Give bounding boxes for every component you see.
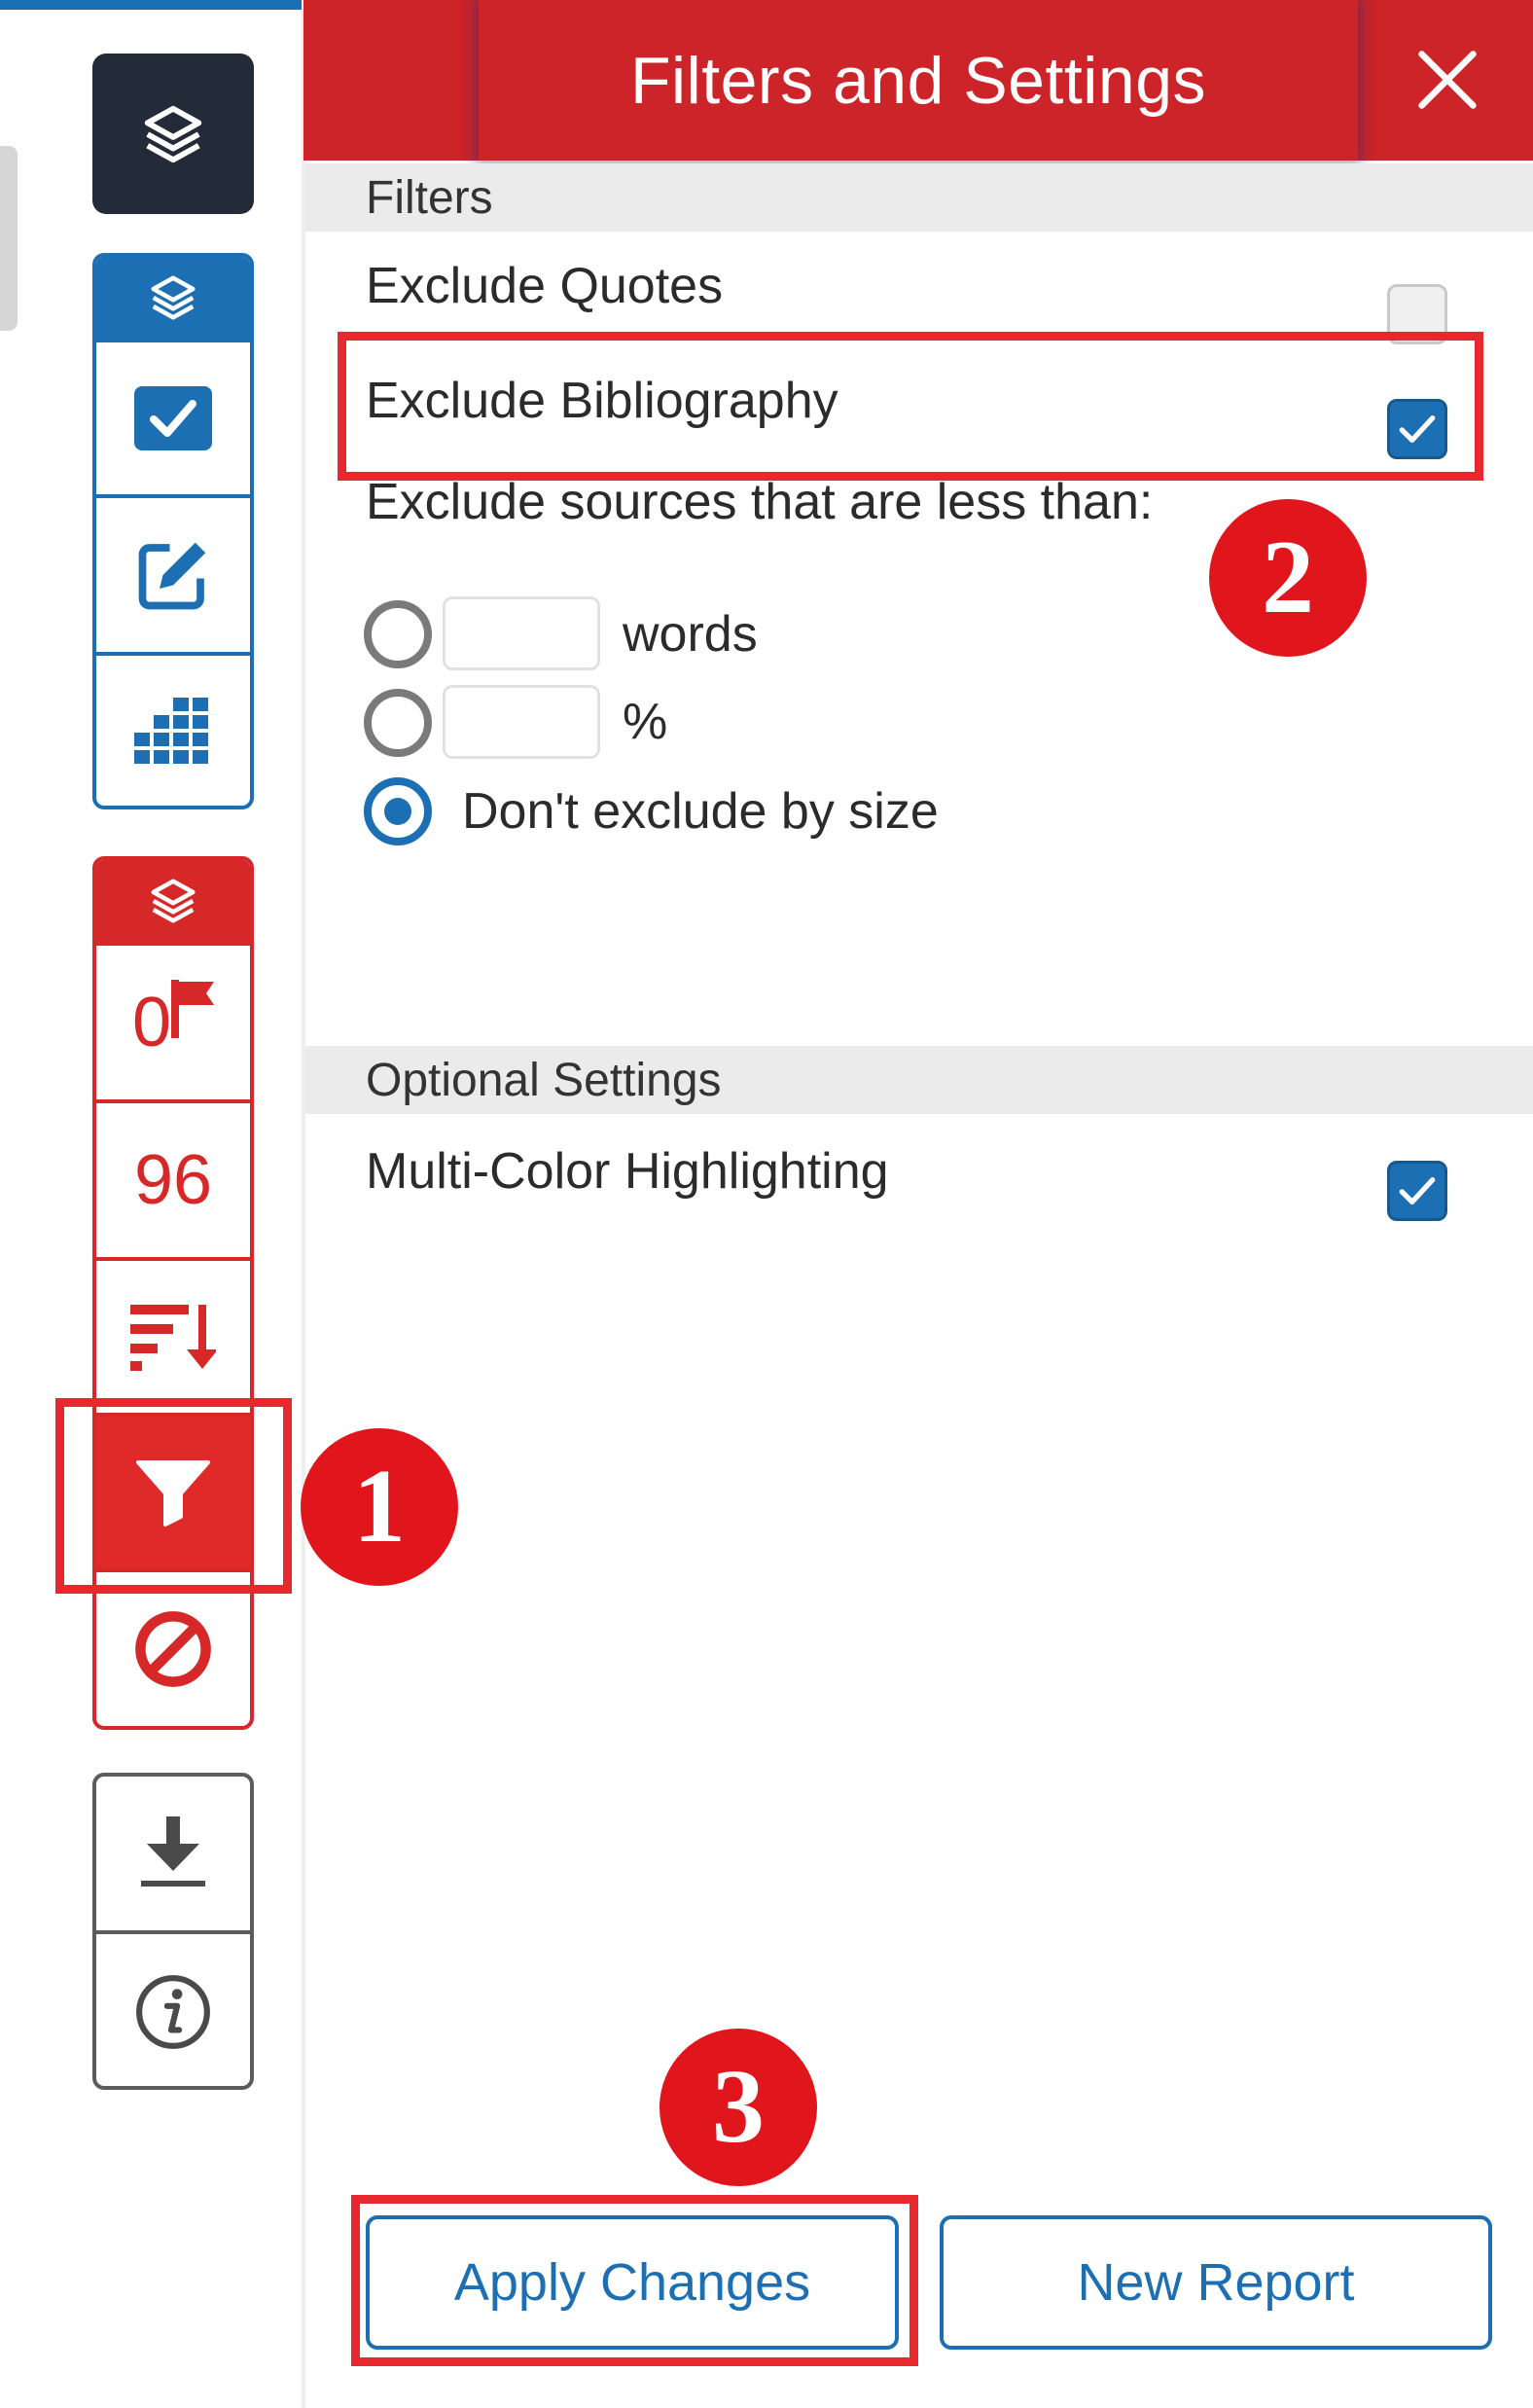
rubric-grid-button[interactable] [96,652,250,806]
percent-radio[interactable] [364,689,432,757]
layers-icon [144,105,202,162]
grading-layer-toggle[interactable] [96,257,250,339]
similarity-tools-group: 0 96 [92,856,254,1730]
step-marker-3: 3 [660,2029,817,2186]
feedback-editor-button[interactable] [96,494,250,652]
exclude-bibliography-checkbox[interactable] [1387,399,1447,459]
close-icon [1418,51,1477,109]
percent-unit-label: % [623,694,668,750]
multi-color-checkbox[interactable] [1387,1161,1447,1221]
layers-icon [151,879,196,923]
no-size-exclusion-label: Don't exclude by size [462,783,939,840]
panel-title: Filters and Settings [629,43,1207,118]
flag-icon [171,980,215,1038]
filters-section-header: Filters [305,163,1533,232]
new-report-button[interactable]: New Report [940,2215,1492,2350]
excluded-sources-button[interactable] [96,1568,250,1726]
sidebar-divider [302,0,305,2408]
match-count: 96 [133,1141,213,1219]
grading-tools-group [92,253,254,809]
all-layers-button[interactable] [92,54,254,214]
exclude-quotes-checkbox[interactable] [1387,284,1447,344]
no-size-exclusion-radio[interactable] [364,777,432,845]
layers-icon [151,275,196,320]
check-icon [1399,1177,1436,1204]
filters-settings-button[interactable] [96,1413,250,1568]
quickmark-button[interactable] [96,339,250,494]
step-marker-2: 2 [1209,499,1367,657]
grid-icon [134,698,208,764]
exclude-size-label: Exclude sources that are less than: [366,474,1154,530]
optional-settings-header: Optional Settings [305,1046,1533,1114]
close-button[interactable] [1401,33,1494,126]
info-icon [136,1975,210,2049]
edit-pencil-icon [138,542,206,610]
flag-count: 0 [131,984,172,1061]
multi-color-label: Multi-Color Highlighting [366,1143,889,1200]
step-marker-1: 1 [301,1428,458,1586]
check-icon [1399,415,1436,443]
sort-sources-icon [130,1305,216,1371]
download-icon [141,1816,205,1887]
document-scrollbar-thumb[interactable] [0,146,18,331]
filter-funnel-icon [136,1460,210,1527]
utility-tools-group [92,1773,254,2090]
exclude-quotes-label: Exclude Quotes [366,258,724,314]
similarity-layer-toggle[interactable] [96,860,250,942]
exclude-bibliography-label: Exclude Bibliography [366,373,838,429]
words-threshold-input[interactable] [443,596,600,670]
prohibited-icon [135,1611,211,1687]
flags-button[interactable]: 0 [96,942,250,1099]
words-unit-label: words [623,606,758,663]
checkbox-check-icon [134,386,212,450]
submission-info-button[interactable] [96,1930,250,2086]
words-radio[interactable] [364,600,432,668]
download-button[interactable] [96,1777,250,1930]
sidebar-top-accent [0,0,303,10]
apply-changes-button[interactable]: Apply Changes [366,2215,899,2350]
all-sources-button[interactable] [96,1257,250,1413]
match-overview-button[interactable]: 96 [96,1099,250,1257]
percent-threshold-input[interactable] [443,685,600,759]
